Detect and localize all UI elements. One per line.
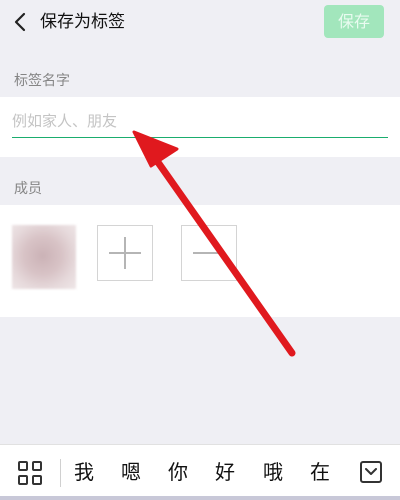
candidate-word[interactable]: 哦 xyxy=(263,457,283,487)
chevron-left-icon xyxy=(14,12,26,32)
save-button[interactable]: 保存 xyxy=(324,5,384,38)
members-panel xyxy=(0,205,400,317)
bottom-edge xyxy=(0,496,400,500)
candidate-word[interactable]: 在 xyxy=(310,457,330,487)
minus-icon xyxy=(193,252,225,254)
tag-name-input[interactable] xyxy=(12,109,384,133)
chevron-down-icon xyxy=(365,468,377,475)
plus-icon xyxy=(109,237,141,269)
tag-name-section-title: 标签名字 xyxy=(14,73,70,89)
members-section-title: 成员 xyxy=(14,181,42,197)
candidate-word[interactable]: 好 xyxy=(215,457,235,487)
remove-member-button[interactable] xyxy=(181,225,237,281)
back-button[interactable] xyxy=(8,8,32,36)
keyboard-candidate-bar: 我 嗯 你 好 哦 在 xyxy=(0,444,400,500)
add-member-button[interactable] xyxy=(97,225,153,281)
divider xyxy=(60,459,61,487)
avatar[interactable] xyxy=(12,225,76,289)
page-title: 保存为标签 xyxy=(40,12,125,32)
grid-icon[interactable] xyxy=(18,461,42,485)
top-bar: 保存为标签 保存 xyxy=(0,0,400,46)
keyboard-collapse-button[interactable] xyxy=(360,461,382,483)
tag-name-panel xyxy=(0,97,400,157)
candidate-word[interactable]: 你 xyxy=(168,457,188,487)
candidate-word[interactable]: 嗯 xyxy=(121,457,141,487)
input-underline xyxy=(12,137,388,138)
candidate-word[interactable]: 我 xyxy=(74,457,94,487)
